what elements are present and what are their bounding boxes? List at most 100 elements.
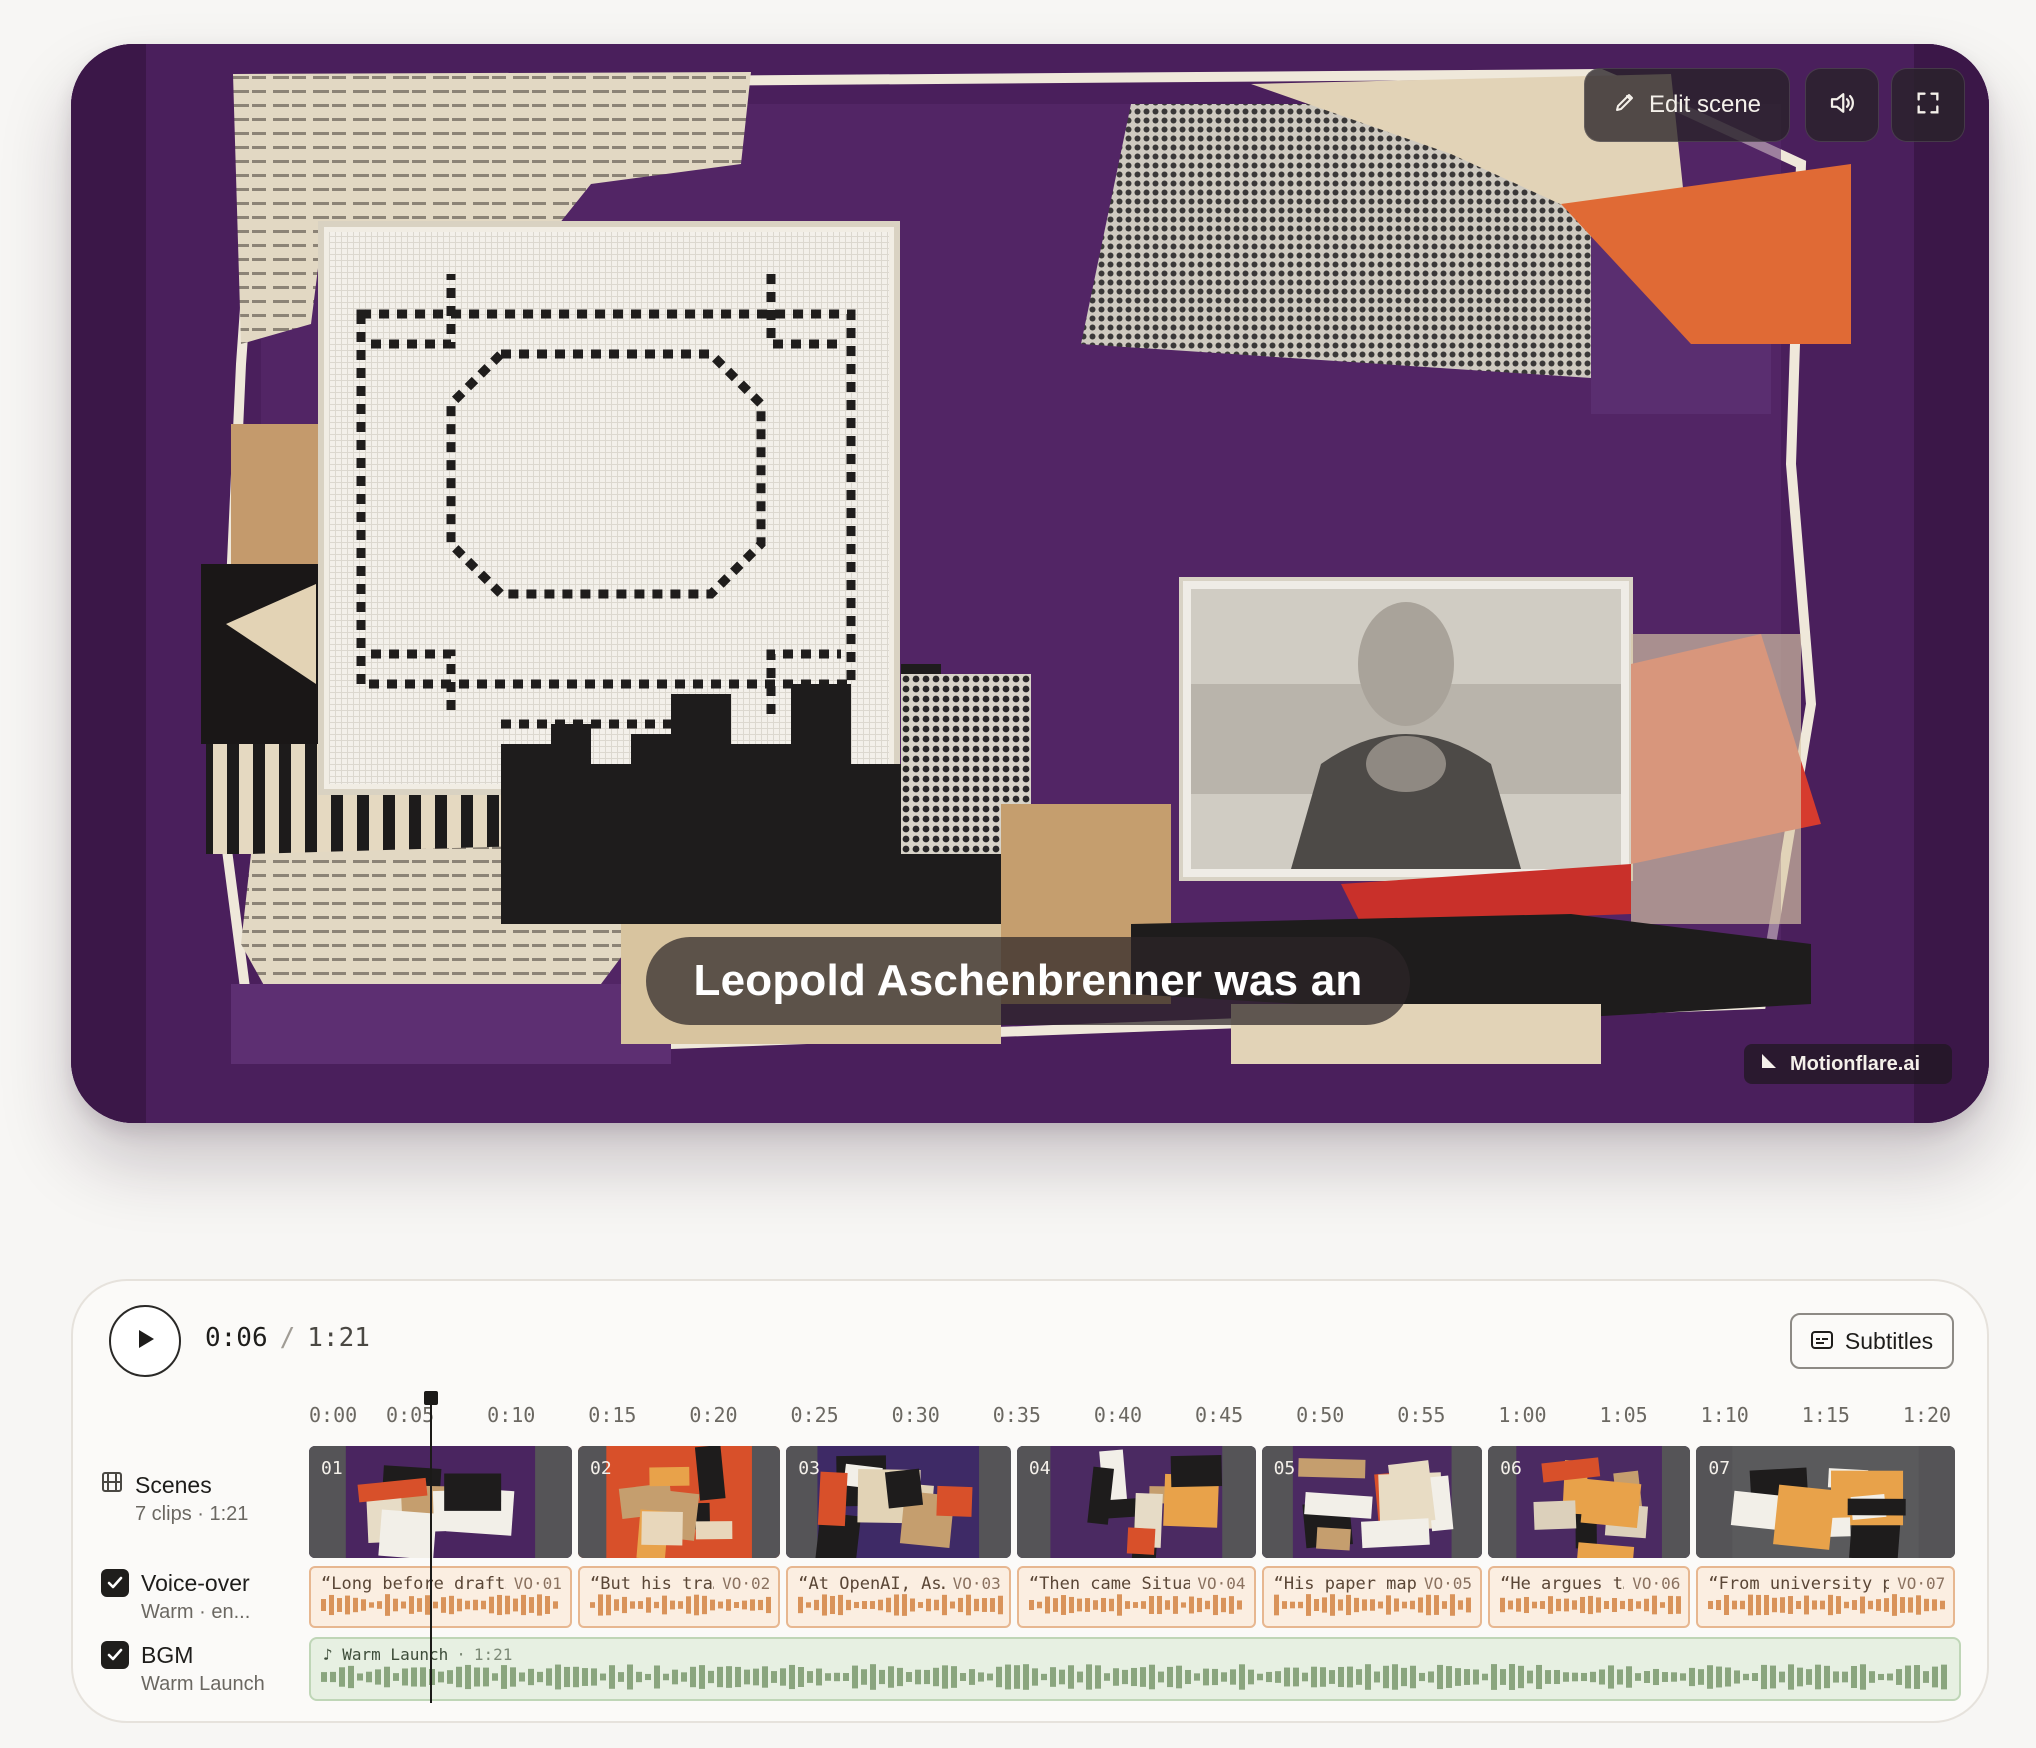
voiceover-sub: Warm · en... bbox=[141, 1601, 251, 1623]
subtitles-button[interactable]: Subtitles bbox=[1790, 1313, 1954, 1369]
voiceover-clip-text: “From university p… bbox=[1708, 1574, 1890, 1594]
voiceover-clip-text: “Long before draft… bbox=[321, 1574, 506, 1594]
scene-clip[interactable]: 04 bbox=[1016, 1446, 1256, 1558]
watermark: Motionflare.ai bbox=[1744, 1044, 1952, 1084]
bgm-track-label: BGM Warm Launch bbox=[101, 1641, 265, 1696]
scene-clip[interactable]: 07 bbox=[1696, 1446, 1956, 1558]
playhead-handle[interactable] bbox=[424, 1391, 439, 1405]
bgm-sub: Warm Launch bbox=[141, 1673, 265, 1695]
edit-scene-label: Edit scene bbox=[1648, 91, 1762, 118]
scene-clip[interactable]: 06 bbox=[1488, 1446, 1691, 1558]
voiceover-clip[interactable]: “His paper map… VO·05 bbox=[1261, 1566, 1483, 1628]
voiceover-track-label: Voice-over Warm · en... bbox=[101, 1569, 250, 1624]
ruler-tick: 1:15 bbox=[1801, 1403, 1850, 1427]
voiceover-label: Voice-over bbox=[141, 1569, 250, 1596]
bgm-clip[interactable]: ♪ Warm Launch · 1:21 bbox=[309, 1637, 1961, 1701]
scene-clip[interactable]: 03 bbox=[786, 1446, 1011, 1558]
scenes-track-label: Scenes 7 clips · 1:21 bbox=[101, 1471, 248, 1526]
ruler-tick: 0:10 bbox=[487, 1403, 536, 1427]
checkmark-icon bbox=[107, 1576, 123, 1589]
voiceover-clip[interactable]: “But his tra… VO·02 bbox=[577, 1566, 781, 1628]
subtitles-icon bbox=[1810, 1328, 1833, 1355]
subtitle-caption: Leopold Aschenbrenner was an bbox=[646, 937, 1410, 1025]
ruler-tick: 0:45 bbox=[1195, 1403, 1244, 1427]
playhead[interactable] bbox=[424, 1391, 439, 1703]
ruler-tick: 0:35 bbox=[992, 1403, 1041, 1427]
scene-clip[interactable]: 01 bbox=[309, 1446, 572, 1558]
scene-number: 01 bbox=[321, 1458, 343, 1479]
ruler-tick: 1:20 bbox=[1902, 1403, 1952, 1427]
scene-number: 05 bbox=[1273, 1458, 1296, 1479]
time-separator: / bbox=[279, 1323, 296, 1353]
voiceover-clip-text: “At OpenAI, As… bbox=[798, 1574, 945, 1594]
bgm-waveform bbox=[321, 1664, 1947, 1690]
current-time: 0:06 bbox=[205, 1323, 268, 1353]
voiceover-clip-id: VO·01 bbox=[513, 1574, 562, 1593]
voiceover-clip-id: VO·03 bbox=[952, 1574, 1001, 1593]
subtitles-label: Subtitles bbox=[1844, 1327, 1934, 1354]
bgm-clip-label: ♪ Warm Launch · 1:21 bbox=[323, 1645, 512, 1664]
audio-button[interactable] bbox=[1805, 68, 1879, 142]
voiceover-waveform bbox=[321, 1594, 558, 1616]
voiceover-track: “Long before draft… VO·01 “But his tra… VO·… bbox=[309, 1566, 1959, 1628]
voiceover-clip[interactable]: “He argues t… VO·06 bbox=[1488, 1566, 1691, 1628]
voiceover-waveform bbox=[1273, 1594, 1471, 1616]
voiceover-waveform bbox=[798, 1594, 1003, 1616]
scene-clip[interactable]: 02 bbox=[577, 1446, 781, 1558]
scenes-sub: 7 clips · 1:21 bbox=[135, 1503, 249, 1525]
timeline-panel: 0:06 / 1:21 Subtitles 0:00 0:05 0:10 0:15 0:… bbox=[71, 1279, 1989, 1723]
scene-thumbnail bbox=[1016, 1446, 1256, 1558]
scenes-track: 01 02 03 04 05 06 07 bbox=[309, 1446, 1959, 1558]
bgm-label: BGM bbox=[141, 1641, 194, 1668]
pencil-icon bbox=[1613, 90, 1637, 121]
scene-number: 04 bbox=[1028, 1458, 1051, 1479]
film-icon bbox=[101, 1471, 123, 1499]
bgm-clip-sep: · bbox=[456, 1645, 466, 1664]
video-player[interactable]: Edit scene Leopold Aschenbrenner was an … bbox=[71, 44, 1989, 1123]
watermark-text: Motionflare.ai bbox=[1790, 1052, 1921, 1075]
scene-thumbnail bbox=[309, 1446, 572, 1558]
bgm-checkbox[interactable] bbox=[101, 1641, 129, 1669]
voiceover-clip-text: “His paper map… bbox=[1273, 1574, 1417, 1594]
ruler-tick: 0:55 bbox=[1397, 1403, 1446, 1427]
fullscreen-button[interactable] bbox=[1891, 68, 1965, 142]
voiceover-clip-id: VO·06 bbox=[1632, 1574, 1681, 1593]
scene-number: 02 bbox=[589, 1458, 612, 1479]
voiceover-clip[interactable]: “From university p… VO·07 bbox=[1696, 1566, 1956, 1628]
ruler-tick: 1:00 bbox=[1498, 1403, 1547, 1427]
voiceover-waveform bbox=[1500, 1595, 1682, 1615]
ruler-tick: 0:40 bbox=[1093, 1403, 1143, 1427]
voiceover-clip[interactable]: “Then came Situa… VO·04 bbox=[1016, 1566, 1256, 1628]
play-button[interactable] bbox=[109, 1305, 181, 1377]
voiceover-waveform bbox=[1708, 1594, 1946, 1616]
voiceover-clip-text: “He argues t… bbox=[1500, 1574, 1625, 1594]
scene-number: 07 bbox=[1708, 1458, 1731, 1479]
ruler-tick: 0:50 bbox=[1296, 1403, 1345, 1427]
voiceover-waveform bbox=[589, 1594, 771, 1616]
time-readout: 0:06 / 1:21 bbox=[205, 1323, 370, 1353]
ruler-tick: 0:05 bbox=[386, 1403, 435, 1427]
ruler-tick: 1:05 bbox=[1599, 1403, 1648, 1427]
fullscreen-icon bbox=[1914, 89, 1942, 122]
ruler-tick: 0:15 bbox=[588, 1403, 637, 1427]
voiceover-clip[interactable]: “At OpenAI, As… VO·03 bbox=[786, 1566, 1011, 1628]
scenes-label: Scenes bbox=[135, 1471, 212, 1498]
play-icon bbox=[132, 1326, 158, 1357]
ruler-tick: 0:20 bbox=[689, 1403, 738, 1427]
ruler-tick: 1:10 bbox=[1700, 1403, 1749, 1427]
checkmark-icon bbox=[107, 1648, 123, 1661]
speaker-icon bbox=[1827, 88, 1857, 123]
voiceover-clip-text: “But his tra… bbox=[589, 1574, 715, 1594]
voiceover-checkbox[interactable] bbox=[101, 1569, 129, 1597]
time-ruler[interactable]: 0:00 0:05 0:10 0:15 0:20 0:25 0:30 0:35 0:40 0:45… bbox=[309, 1403, 1959, 1433]
scene-number: 06 bbox=[1500, 1458, 1522, 1479]
scene-clip[interactable]: 05 bbox=[1261, 1446, 1483, 1558]
voiceover-clip[interactable]: “Long before draft… VO·01 bbox=[309, 1566, 572, 1628]
scene-number: 03 bbox=[798, 1458, 820, 1479]
ruler-tick: 0:00 bbox=[309, 1403, 358, 1427]
voiceover-clip-id: VO·05 bbox=[1423, 1574, 1473, 1593]
scene-thumbnail bbox=[1696, 1446, 1956, 1558]
voiceover-clip-id: VO·04 bbox=[1197, 1574, 1246, 1593]
edit-scene-button[interactable]: Edit scene bbox=[1584, 68, 1790, 142]
voiceover-clip-id: VO·07 bbox=[1897, 1574, 1946, 1593]
